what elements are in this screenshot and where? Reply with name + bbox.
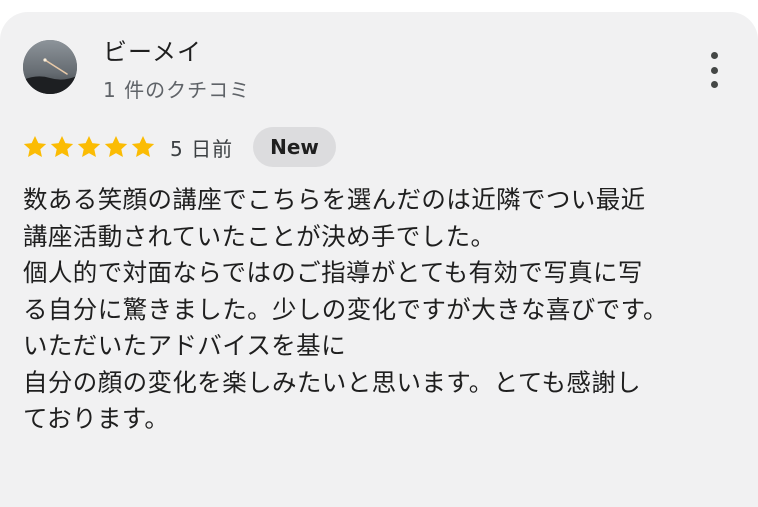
star-rating — [22, 134, 156, 160]
more-vert-icon-dot — [710, 52, 718, 59]
star-icon — [104, 135, 128, 157]
reviewer-name[interactable]: ビーメイ — [103, 32, 202, 67]
review-date: 5 日前 — [170, 136, 234, 161]
more-vert-icon-dot — [710, 66, 718, 74]
review-count[interactable]: 1 件のクチコミ — [103, 74, 250, 103]
star-icon — [50, 135, 74, 157]
star-icon — [23, 135, 47, 157]
more-options-button[interactable] — [700, 50, 728, 90]
avatar-photo — [23, 40, 77, 94]
star-icon — [131, 135, 155, 157]
more-vert-icon-dot — [710, 81, 718, 88]
review-text: 数ある笑顔の講座でこちらを選んだのは近隣でつい最近 講座活動されていたことが決め… — [23, 185, 668, 433]
star-icon — [77, 135, 101, 157]
new-badge: New — [253, 127, 336, 167]
avatar[interactable] — [23, 40, 77, 94]
review-card: ビーメイ 1 件のクチコミ 5 日前 New 数ある笑顔の講座でこちらを選んだの… — [0, 12, 758, 507]
rating-row: 5 日前 New — [22, 126, 336, 168]
